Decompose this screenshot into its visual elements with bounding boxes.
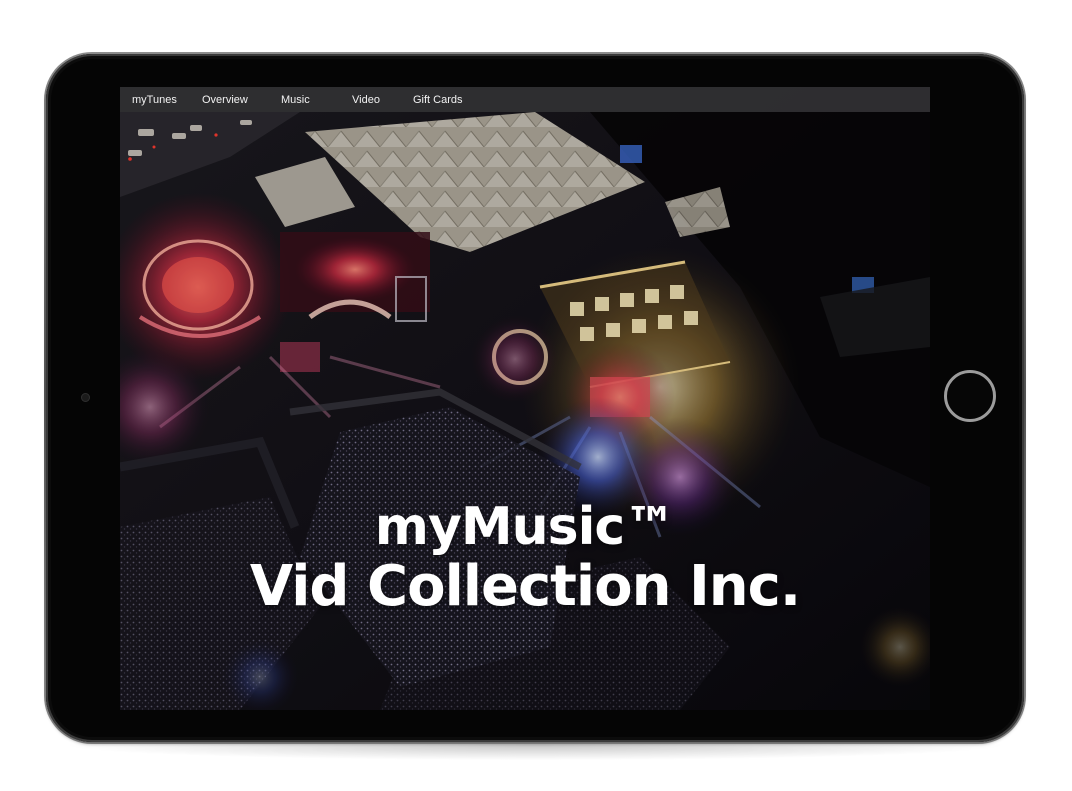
nav-item-gift-cards[interactable]: Gift Cards: [413, 94, 463, 106]
nav-item-mytunes[interactable]: myTunes: [132, 94, 177, 106]
nav-item-music[interactable]: Music: [281, 94, 310, 106]
tablet-screen: myTunes Overview Music Video Gift Cards …: [120, 87, 930, 710]
top-navigation-bar: myTunes Overview Music Video Gift Cards: [120, 87, 930, 112]
stage: myTunes Overview Music Video Gift Cards …: [0, 0, 1072, 791]
home-button[interactable]: [944, 370, 996, 422]
hero-title-line2: Vid Collection Inc.: [249, 554, 801, 619]
nav-item-overview[interactable]: Overview: [202, 94, 248, 106]
front-camera-icon: [81, 393, 90, 402]
hero-title-line1: myMusic™: [374, 497, 676, 557]
nav-item-video[interactable]: Video: [352, 94, 380, 106]
